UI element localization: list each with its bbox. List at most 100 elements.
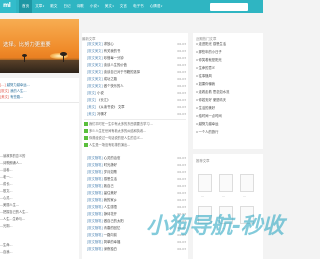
chevron-down-icon: ▾ — [42, 5, 45, 8]
list-item[interactable]: ...成长... — [0, 181, 79, 187]
table-row[interactable]: [散文随笔]深夜独白 06-03 — [87, 246, 186, 252]
list-item[interactable]: 往事随风 — [196, 73, 260, 80]
tree-silhouette — [63, 55, 64, 62]
list-item[interactable]: ...美丽人生... — [0, 202, 79, 208]
top-navigation-bar: ml 首页 文章▾ 散文 日记 诗歌 小说▾ 美文▾ 文言 电子书 心情语▾ — [0, 0, 263, 13]
list-item[interactable]: [美文]有些路... — [0, 94, 23, 100]
bullet-icon — [84, 143, 88, 147]
site-logo[interactable]: ml — [0, 0, 16, 13]
list-item[interactable]: 一个人的旅行 — [196, 129, 260, 136]
bullet-icon — [84, 122, 88, 126]
nav-item-articles[interactable]: 文章▾ — [32, 0, 47, 13]
list-item[interactable]: 走着走着 思念如水流 — [196, 89, 260, 96]
list-item[interactable]: ...心灵... — [0, 195, 79, 201]
section-title: 推荐文章 — [196, 159, 210, 163]
tree-silhouette — [60, 52, 67, 56]
book-title[interactable]: ... — [222, 194, 225, 198]
bullet-icon — [196, 91, 198, 93]
list-item[interactable]: 走进阳光 感恩生活 — [196, 41, 260, 48]
table-row[interactable]: [散文美文]谈谈人生的价值 06-03 — [87, 62, 186, 68]
list-item[interactable]: 如果你懂我 — [196, 81, 260, 88]
table-row[interactable]: [散文美文]做个快乐的人 06-03 — [87, 83, 186, 89]
table-row[interactable]: [美文]《从读书说》 文章 06-03 — [87, 104, 186, 110]
excerpt-item[interactable]: 多少人生在世间有着太多的纠结和执着... — [84, 128, 186, 135]
list-item[interactable]: 你笑着就是阳光 — [196, 57, 260, 64]
bullet-icon — [196, 75, 198, 77]
nav-item-novels[interactable]: 小说▾ — [87, 0, 102, 13]
nav-menu: 首页 文章▾ 散文 日记 诗歌 小说▾ 美文▾ 文言 电子书 心情语▾ — [19, 0, 165, 13]
table-row[interactable]: [散文随笔]时光静好 06-03 — [87, 162, 186, 168]
list-item[interactable]: 那些年的小日子 — [196, 49, 260, 56]
list-item[interactable]: ...读故事的意义的 — [0, 153, 79, 159]
table-row[interactable]: [美文]冯骥才 06-03 — [87, 111, 186, 117]
nav-item-poetry[interactable]: 诗歌 — [74, 0, 87, 13]
watermark-text: 小狗导航-秒收 — [146, 214, 284, 239]
bullet-icon — [196, 99, 198, 101]
bullet-icon — [196, 59, 198, 61]
list-item[interactable]: ...把握自己的人生... — [0, 209, 79, 215]
list-item[interactable]: ...生命... — [0, 242, 79, 248]
table-row[interactable]: [散文美文]成功之路 06-03 — [87, 76, 186, 82]
bullet-icon — [196, 123, 198, 125]
divider — [0, 102, 79, 103]
list-item[interactable]: ...老一... — [0, 174, 79, 180]
divider — [84, 119, 186, 120]
bullet-icon — [196, 115, 198, 117]
list-item[interactable]: 给时间一点时间 — [196, 113, 260, 120]
book-cover[interactable] — [198, 174, 212, 192]
banner-ground — [0, 60, 79, 73]
banner-slideshow[interactable]: 选择。比努力更重要 — [0, 19, 79, 73]
nav-item-home[interactable]: 首页 — [19, 0, 33, 13]
table-row[interactable]: [散文随笔]留住美好 06-03 — [87, 190, 186, 196]
bullet-icon — [84, 129, 88, 133]
table-row[interactable]: [散文]《长江》 06-03 — [87, 97, 186, 103]
bullet-icon — [196, 83, 198, 85]
book-cover[interactable] — [240, 174, 254, 192]
chevron-down-icon: ▾ — [112, 5, 114, 8]
table-row[interactable]: [散文]小说 06-03 — [87, 90, 186, 96]
chevron-down-icon: ▾ — [161, 5, 163, 8]
bullet-icon — [196, 131, 198, 133]
excerpt-item[interactable]: 我们平时在一生中有太多的东西需要去学习... — [84, 121, 186, 128]
nav-item-moods[interactable]: 心情语▾ — [147, 0, 166, 13]
bullet-icon — [196, 43, 198, 45]
nav-item-essays[interactable]: 散文 — [47, 0, 60, 13]
table-row[interactable]: [散文随笔]岁月如歌 06-03 — [87, 169, 186, 175]
list-item[interactable]: ...光阴... — [0, 223, 79, 229]
nav-item-diary[interactable]: 日记 — [60, 0, 73, 13]
book-title[interactable]: ... — [243, 194, 246, 198]
book-cover[interactable] — [219, 174, 233, 192]
excerpt-item[interactable]: 你曾经说过一句话说的是人生的意义... — [84, 135, 186, 142]
banner-caption: 选择。比努力更重要 — [3, 42, 51, 48]
table-row[interactable]: [散文随笔]心灵的治愈 06-03 — [87, 155, 186, 161]
list-item[interactable]: 生命的意义 — [196, 65, 260, 72]
excerpt-item[interactable]: 人生是一场没有彩排的演出... — [84, 142, 186, 149]
table-row[interactable]: [散文美文]有关我的书 06-03 — [87, 48, 186, 54]
search-input[interactable] — [210, 2, 248, 11]
list-item[interactable]: 越努力越幸运 — [196, 121, 260, 128]
bullet-icon — [196, 107, 198, 109]
table-row[interactable]: [散文随笔]我的家乡 06-03 — [87, 197, 186, 203]
list-item[interactable]: ...诗歌朗诵人... — [0, 160, 79, 166]
table-row[interactable]: [散文随笔]致自己 06-03 — [87, 183, 186, 189]
table-row[interactable]: [散文美文]谈谈自己对于书籍的选择 06-03 — [87, 69, 186, 75]
nav-item-classical[interactable]: 文言 — [117, 0, 130, 13]
bullet-icon — [196, 51, 198, 53]
book-title[interactable]: ... — [201, 194, 204, 198]
list-item[interactable]: ...人生...生命与... — [0, 216, 79, 222]
table-row[interactable]: [散文美文]求放心 06-03 — [87, 41, 186, 47]
nav-item-prose[interactable]: 美文▾ — [102, 0, 117, 13]
chevron-down-icon: ▾ — [97, 5, 99, 8]
list-item[interactable]: ...活着... — [0, 167, 79, 173]
list-item[interactable]: 你若安好 便是晴天 — [196, 97, 260, 104]
bullet-icon — [196, 67, 198, 69]
list-item[interactable]: ...散文... — [0, 188, 79, 194]
table-row[interactable]: [散文随笔]感恩生活 06-03 — [87, 176, 186, 182]
nav-item-ebooks[interactable]: 电子书 — [130, 0, 147, 13]
table-row[interactable]: [散文美文]珍惜每一分钟 06-03 — [87, 55, 186, 61]
list-item[interactable]: 生活的美好 — [196, 105, 260, 112]
bullet-icon — [84, 136, 88, 140]
logo-text: ml — [3, 2, 11, 9]
tree-silhouette — [22, 54, 27, 57]
list-item[interactable]: ...自我... — [0, 249, 79, 255]
